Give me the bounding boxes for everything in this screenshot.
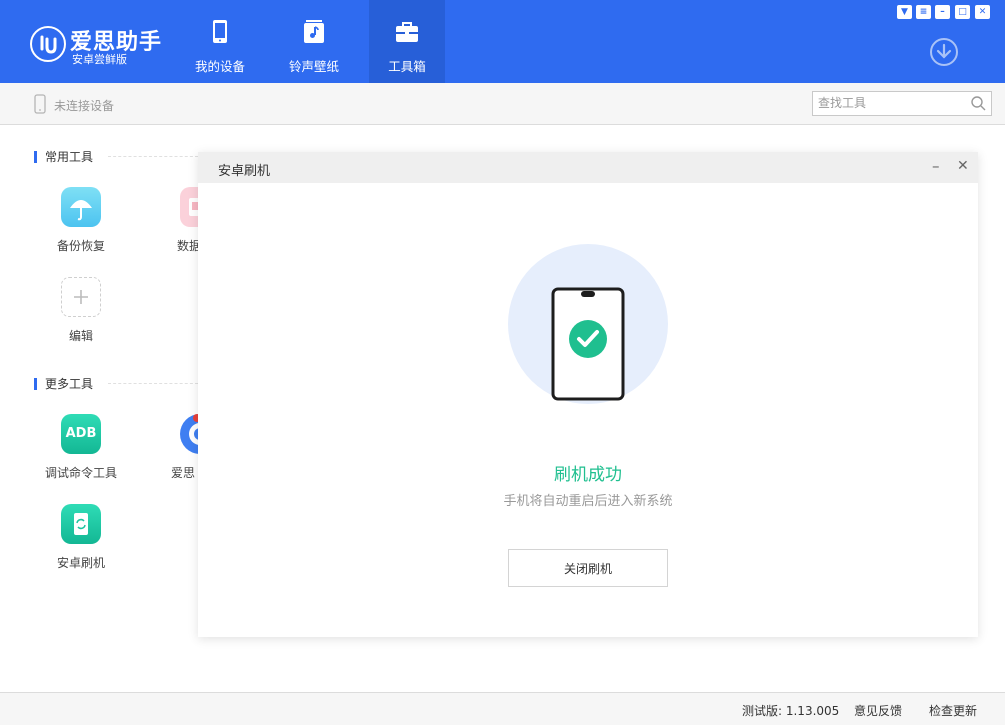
divider xyxy=(108,383,198,384)
dialog-header: 安卓刷机 – ✕ xyxy=(198,152,978,183)
section-title-more: 更多工具 xyxy=(34,378,93,390)
section-title-common: 常用工具 xyxy=(34,151,93,163)
tool-edit[interactable]: 编辑 xyxy=(36,277,126,344)
dialog-title: 安卓刷机 xyxy=(218,164,271,179)
tool-label: 调试命令工具 xyxy=(44,466,117,480)
feedback-link[interactable]: 意见反馈 xyxy=(854,702,902,719)
divider xyxy=(108,156,198,157)
tool-label: 备份恢复 xyxy=(56,239,105,253)
success-description: 手机将自动重启后进入新系统 xyxy=(503,494,673,509)
tool-android-flash[interactable]: 安卓刷机 xyxy=(36,504,126,571)
nav-label: 工具箱 xyxy=(388,59,426,74)
phone-icon xyxy=(178,18,262,46)
flash-icon xyxy=(61,504,101,544)
nav-label: 我的设备 xyxy=(194,59,245,74)
plus-icon xyxy=(61,277,101,317)
status-bar: 测试版: 1.13.005 意见反馈 检查更新 xyxy=(0,692,1005,725)
phone-success-icon xyxy=(551,287,625,401)
device-icon xyxy=(34,94,46,118)
logo-icon xyxy=(30,26,66,62)
close-flash-button[interactable]: 关闭刷机 xyxy=(508,549,668,587)
menu-icon[interactable]: ≡ xyxy=(916,5,931,19)
maximize-icon[interactable]: □ xyxy=(955,5,970,19)
toolbox-icon xyxy=(369,18,445,46)
device-bar: 未连接设备 xyxy=(0,83,1005,125)
adb-icon: ADB xyxy=(61,414,101,454)
nav-my-device[interactable]: 我的设备 xyxy=(178,0,262,83)
tool-label: 数据 xyxy=(177,239,198,253)
nav-label: 铃声壁纸 xyxy=(288,59,339,74)
tool-label: 爱思 xyxy=(171,466,196,480)
search-input[interactable] xyxy=(813,92,963,114)
tool-label: 安卓刷机 xyxy=(56,556,105,570)
aisi-icon xyxy=(180,414,198,454)
close-icon[interactable]: ✕ xyxy=(957,158,969,174)
tool-label: 编辑 xyxy=(68,329,93,343)
minimize-icon[interactable]: – xyxy=(932,157,940,175)
shirt-icon[interactable]: ▼ xyxy=(897,5,912,19)
close-icon[interactable]: ✕ xyxy=(975,5,990,19)
music-icon xyxy=(272,18,356,46)
nav-toolbox[interactable]: 工具箱 xyxy=(369,0,445,83)
data-icon xyxy=(180,187,198,227)
tool-aisi[interactable]: 爱思 xyxy=(160,414,198,481)
search-icon[interactable] xyxy=(970,95,986,115)
minimize-icon[interactable]: – xyxy=(935,5,950,19)
success-title: 刷机成功 xyxy=(554,465,622,485)
device-status: 未连接设备 xyxy=(54,99,115,113)
tool-adb[interactable]: ADB 调试命令工具 xyxy=(36,414,126,481)
nav-ringtone-wallpaper[interactable]: 铃声壁纸 xyxy=(272,0,356,83)
search-box[interactable] xyxy=(812,91,992,116)
success-illustration xyxy=(508,244,668,404)
check-update-link[interactable]: 检查更新 xyxy=(929,702,977,719)
tool-data[interactable]: 数据 xyxy=(160,187,198,254)
version-label: 测试版: 1.13.005 xyxy=(742,704,840,718)
download-icon[interactable] xyxy=(930,38,958,66)
app-header: 爱思助手 安卓尝鲜版 我的设备 铃声壁纸 工具箱 ▼ ≡ – □ ✕ xyxy=(0,0,1005,83)
tool-backup-restore[interactable]: 备份恢复 xyxy=(36,187,126,254)
flash-dialog: 安卓刷机 – ✕ 刷机成功 手机将自动重启后进入新系统 关闭刷机 xyxy=(198,152,978,637)
brand-subtitle: 安卓尝鲜版 xyxy=(72,53,127,66)
umbrella-icon xyxy=(61,187,101,227)
